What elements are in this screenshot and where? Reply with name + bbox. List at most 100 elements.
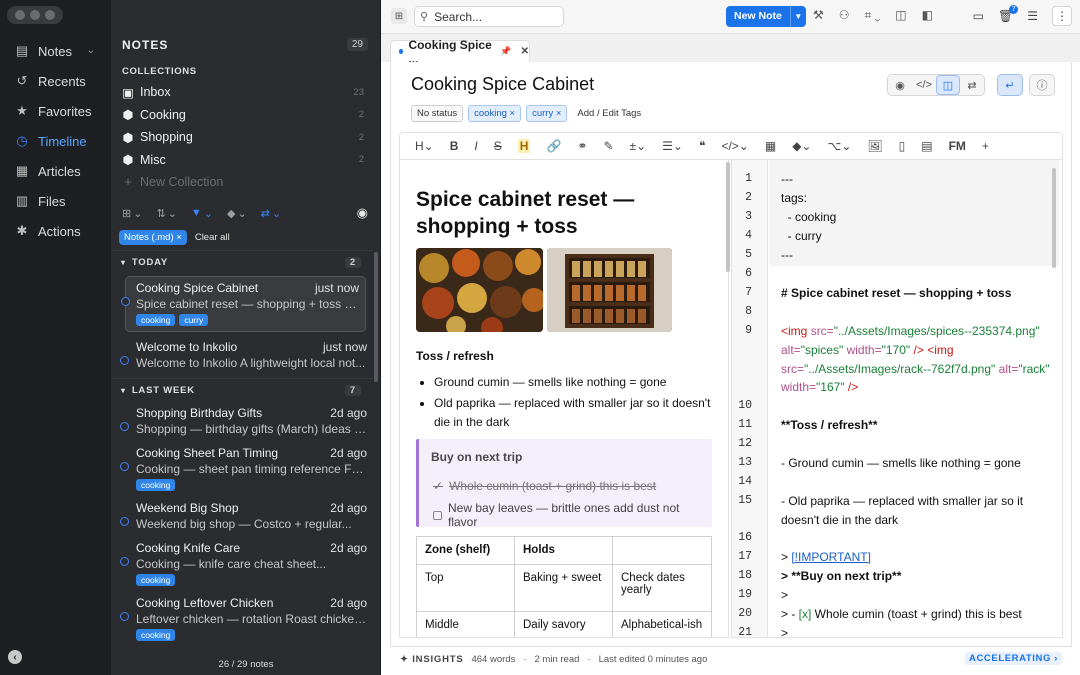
- code-line[interactable]: - cooking: [781, 208, 1051, 227]
- trash-icon[interactable]: 🗑 7: [998, 5, 1019, 23]
- bold-button[interactable]: B: [450, 139, 459, 153]
- collection-item-inbox[interactable]: ▣ Inbox 23: [122, 81, 370, 104]
- check-icon[interactable]: ✓: [433, 479, 443, 493]
- zoom-window-button[interactable]: [45, 10, 56, 20]
- add-block-button[interactable]: +: [982, 139, 989, 153]
- split-mode-icon[interactable]: ◫: [936, 75, 960, 95]
- sidebar-item-articles[interactable]: ▦ Articles: [0, 156, 111, 186]
- info-icon[interactable]: ⓘ: [1029, 74, 1055, 96]
- code-line[interactable]: ---: [781, 246, 1051, 265]
- close-icon[interactable]: ×: [556, 108, 562, 119]
- code-line[interactable]: ---: [781, 170, 1051, 189]
- collection-item-shopping[interactable]: ⬢ Shopping 2: [122, 126, 370, 149]
- quote-icon[interactable]: ❝: [699, 139, 705, 153]
- note-title[interactable]: Cooking Spice Cabinet: [411, 74, 594, 95]
- insights-button[interactable]: ✦ INSIGHTS: [400, 654, 463, 665]
- sliders-icon[interactable]: ☰: [1027, 9, 1038, 23]
- source-scrollbar[interactable]: [1052, 168, 1056, 268]
- code-line[interactable]: >: [781, 624, 1051, 637]
- wrap-icon[interactable]: ↵: [997, 74, 1023, 96]
- tab-cooking-spice[interactable]: Cooking Spice ... 📌 ✕: [390, 38, 530, 66]
- code-line[interactable]: - Ground cumin — smells like nothing = g…: [781, 454, 1051, 473]
- chevron-down-icon[interactable]: ⌄: [87, 45, 95, 56]
- swap-filter-button[interactable]: ⇄ ⌄: [261, 207, 281, 220]
- preview-scrollbar[interactable]: [726, 162, 730, 272]
- close-icon[interactable]: ×: [510, 108, 516, 119]
- new-collection-button[interactable]: + New Collection: [122, 171, 370, 194]
- note-tag[interactable]: cooking: [136, 479, 176, 491]
- collection-item-cooking[interactable]: ⬢ Cooking 2: [122, 104, 370, 127]
- clear-all-button[interactable]: Clear all: [195, 232, 230, 243]
- math-icon[interactable]: ±⌄: [630, 139, 647, 153]
- code-line[interactable]: > - [x] Whole cumin (toast + grind) this…: [781, 605, 1051, 624]
- sidebar-item-timeline[interactable]: ◷ Timeline: [0, 126, 111, 156]
- more-icon[interactable]: ⋮: [1052, 6, 1072, 26]
- code-line[interactable]: >: [781, 586, 1051, 605]
- code-line[interactable]: **Toss / refresh**: [781, 416, 1051, 435]
- link-icon[interactable]: 🔗: [546, 139, 561, 153]
- note-tag[interactable]: curry: [179, 314, 209, 326]
- new-note-button[interactable]: New Note: [726, 6, 790, 27]
- highlight-button[interactable]: H: [517, 139, 531, 153]
- list-item[interactable]: Shopping Birthday Gifts 2d ago Shopping —…: [111, 402, 373, 442]
- collection-item-misc[interactable]: ⬢ Misc 2: [122, 149, 370, 172]
- sidebar-item-actions[interactable]: ✱ Actions: [0, 216, 111, 246]
- archive-icon[interactable]: ▭: [973, 9, 984, 23]
- pin-icon[interactable]: 📌: [500, 46, 511, 57]
- italic-button[interactable]: I: [474, 139, 477, 153]
- add-tags-button[interactable]: Add / Edit Tags: [572, 106, 646, 121]
- list-item[interactable]: Cooking Sheet Pan Timing 2d ago Cooking —…: [111, 442, 373, 497]
- group-filter-button[interactable]: ⊞ ⌄: [122, 207, 142, 220]
- list-item[interactable]: Cooking Leftover Chicken 2d ago Leftover …: [111, 592, 373, 647]
- tag-chip[interactable]: curry ×: [526, 105, 568, 122]
- sidebar-item-recents[interactable]: ↺ Recents: [0, 66, 111, 96]
- sort-button[interactable]: ⇅ ⌄: [156, 207, 176, 220]
- option-icon[interactable]: ⌥⌄: [828, 139, 852, 153]
- tag-chip[interactable]: cooking ×: [468, 105, 522, 122]
- pen-icon[interactable]: ✎: [603, 139, 613, 153]
- table-icon[interactable]: ▦: [765, 139, 776, 153]
- code-line[interactable]: - curry: [781, 227, 1051, 246]
- minimize-window-button[interactable]: [29, 10, 40, 20]
- frontmatter-button[interactable]: FM: [949, 139, 966, 153]
- checklist-item[interactable]: New bay leaves — brittle ones add dust n…: [433, 501, 712, 529]
- accelerating-badge[interactable]: ACCELERATING ›: [965, 652, 1062, 665]
- search-input[interactable]: ⚲ Search...: [414, 6, 564, 27]
- type-filter-button[interactable]: ▼ ⌄: [191, 207, 213, 220]
- code-button[interactable]: </>⌄: [721, 139, 748, 153]
- graph-icon[interactable]: ⚇: [839, 8, 850, 23]
- diamond-icon[interactable]: ◆⌄: [792, 139, 811, 153]
- file-icon[interactable]: ▯: [899, 139, 906, 153]
- close-icon[interactable]: ×: [176, 232, 182, 243]
- list-icon[interactable]: ☰⌄: [662, 139, 683, 153]
- source-mode-icon[interactable]: </>: [912, 75, 936, 95]
- note-tag[interactable]: cooking: [136, 314, 176, 326]
- close-icon[interactable]: ✕: [521, 46, 529, 57]
- magic-icon[interactable]: ⚒: [813, 8, 824, 23]
- note-tag[interactable]: cooking: [136, 629, 176, 641]
- code-line[interactable]: - Old paprika — replaced with smaller ja…: [781, 492, 1051, 530]
- code-line[interactable]: <img src="../Assets/Images/spices--23537…: [781, 322, 1051, 397]
- code-line[interactable]: # Spice cabinet reset — shopping + toss: [781, 284, 1051, 303]
- code-line[interactable]: tags:: [781, 189, 1051, 208]
- heading-button[interactable]: H⌄: [415, 139, 434, 153]
- wikilink-icon[interactable]: ⚭: [577, 139, 587, 153]
- checkbox[interactable]: [433, 510, 442, 520]
- new-note-dropdown[interactable]: ▼: [789, 6, 806, 27]
- status-badge[interactable]: No status: [411, 105, 464, 122]
- sidebar-item-files[interactable]: ▥ Files: [0, 186, 111, 216]
- checklist-item[interactable]: ✓ Whole cumin (toast + grind) this is be…: [433, 479, 656, 493]
- tag-filter-button[interactable]: ◆ ⌄: [227, 207, 247, 220]
- section-header-last-week[interactable]: ▾ LAST WEEK 7: [111, 378, 373, 402]
- split-left-icon[interactable]: ◫: [895, 8, 906, 23]
- split-right-icon[interactable]: ◧: [922, 8, 933, 23]
- frame-icon[interactable]: ⌗ ⌄: [865, 8, 881, 23]
- note-tag[interactable]: cooking: [136, 574, 176, 586]
- sidebar-item-notes[interactable]: ▤ Notes ⌄: [0, 36, 111, 66]
- calendar-icon[interactable]: ▤: [921, 139, 932, 153]
- preview-mode-icon[interactable]: ◉: [888, 75, 912, 95]
- image-icon[interactable]: 🖼: [867, 139, 882, 153]
- filter-chip[interactable]: Notes (.md) ×: [119, 230, 187, 245]
- list-item[interactable]: Cooking Knife Care 2d ago Cooking — knife…: [111, 537, 373, 592]
- code-line[interactable]: > **Buy on next trip**: [781, 567, 1051, 586]
